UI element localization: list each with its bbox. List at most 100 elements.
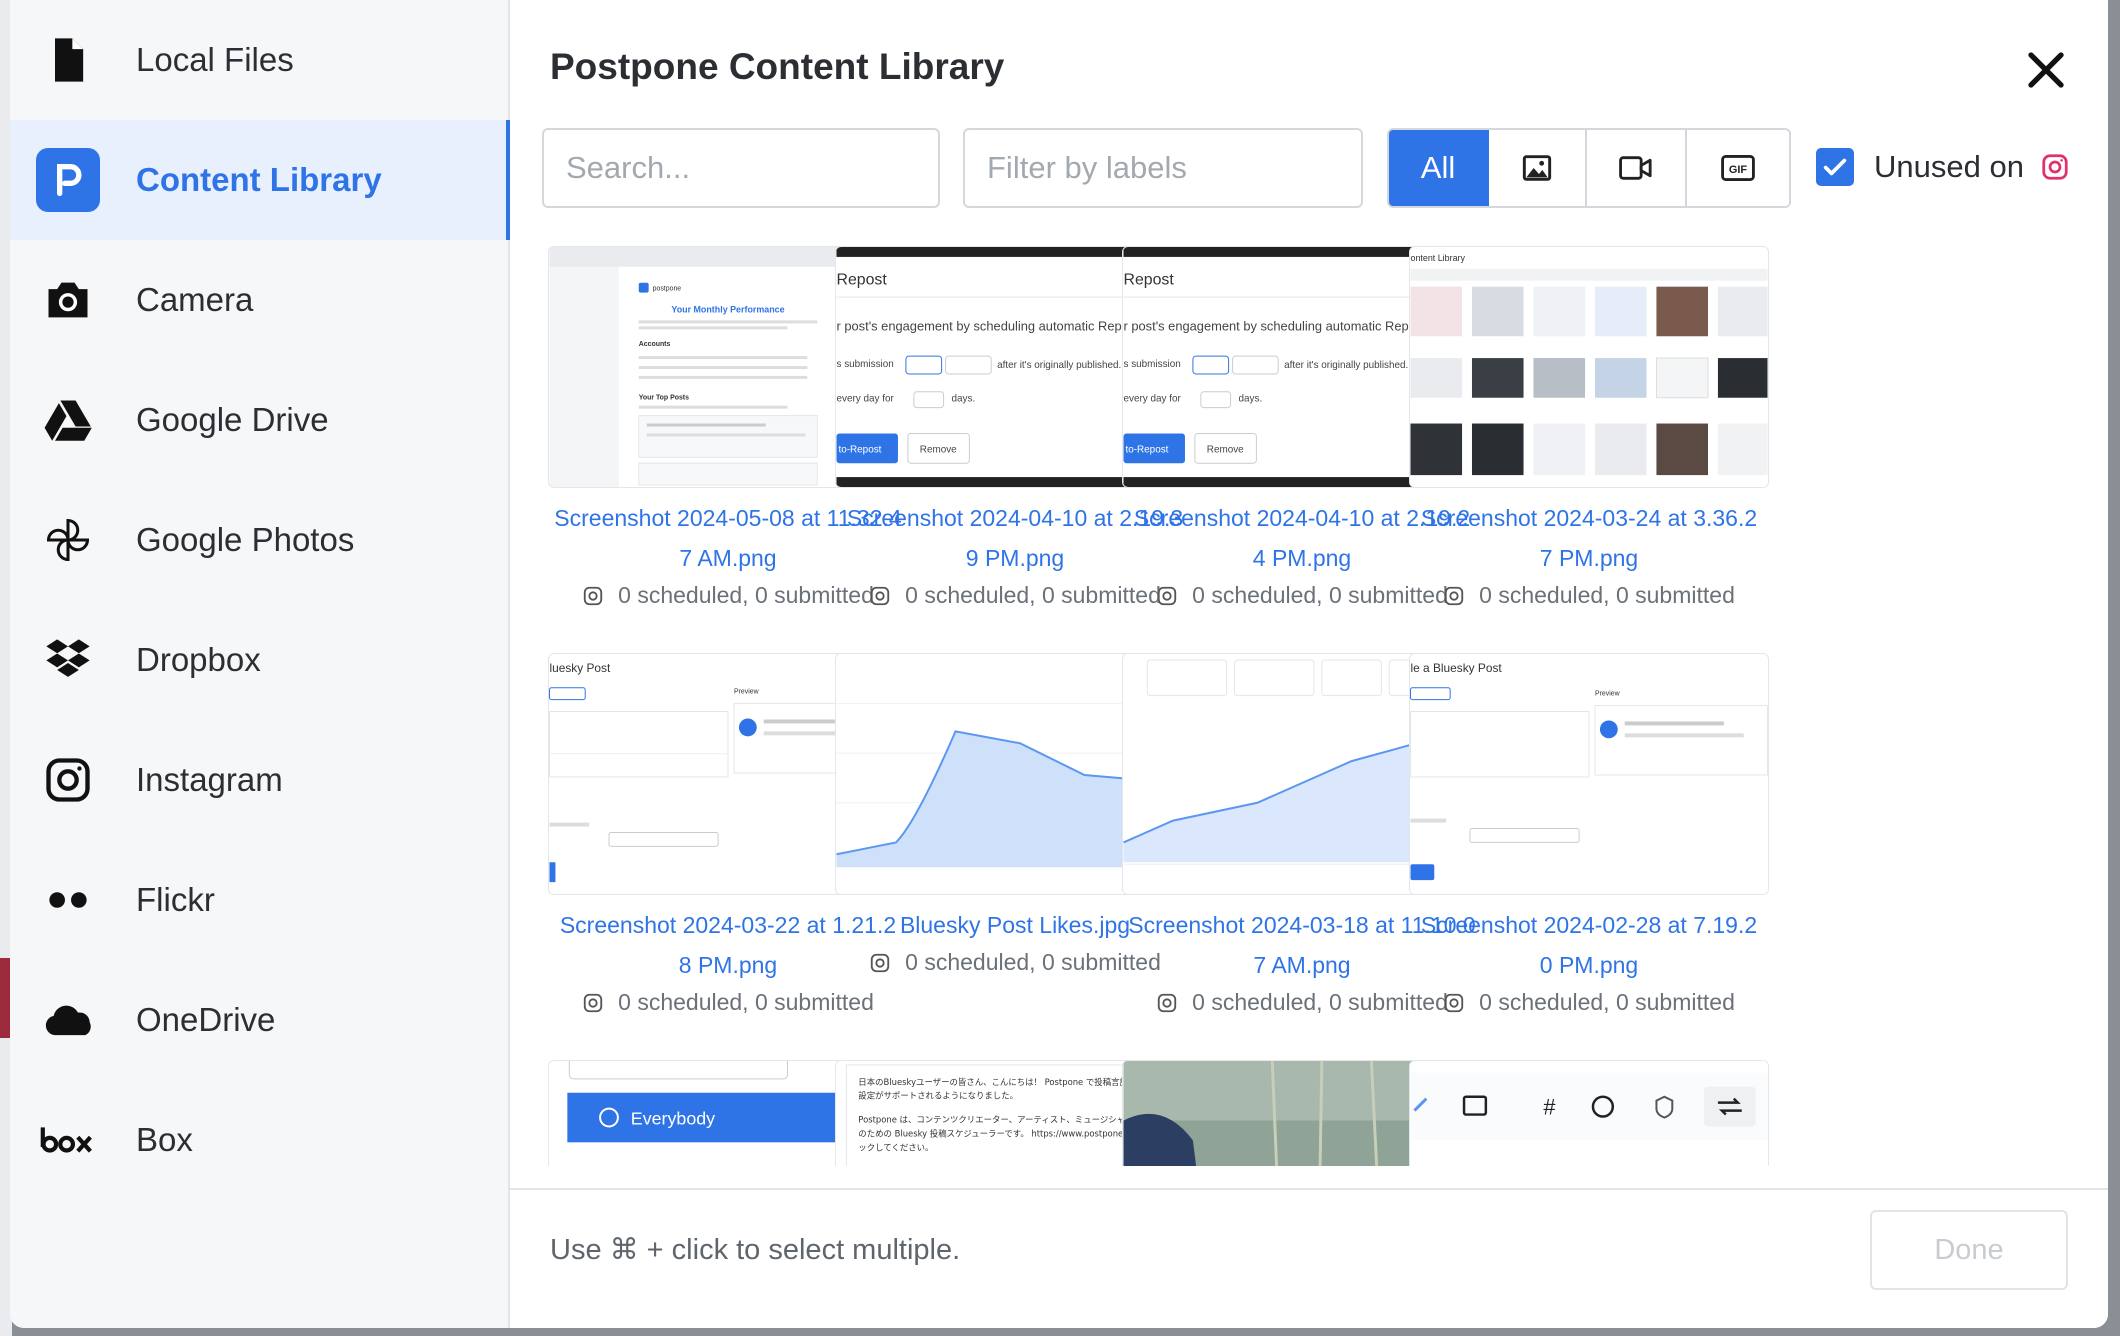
svg-text:r post's engagement by schedul: r post's engagement by scheduling automa… <box>836 318 1148 333</box>
svg-text:to-Repost: to-Repost <box>1125 444 1168 455</box>
media-status: 0 scheduled, 0 submitted <box>548 989 908 1016</box>
media-card[interactable]: ontent Library Screenshot 2024-03-24 at … <box>1409 246 1769 609</box>
close-icon <box>2028 52 2064 88</box>
source-label: Box <box>136 1121 193 1158</box>
svg-text:Remove: Remove <box>1207 444 1244 455</box>
source-label: Google Drive <box>136 401 329 438</box>
unused-label: Unused on <box>1874 149 2024 184</box>
svg-text:ontent Library: ontent Library <box>1410 253 1465 263</box>
svg-text:postpone: postpone <box>653 286 682 293</box>
instagram-icon <box>583 993 603 1012</box>
source-sidebar: Local Files Content Library Camera Googl… <box>10 0 510 1328</box>
file-icon <box>36 28 100 92</box>
labels-filter-input[interactable] <box>963 128 1363 208</box>
svg-text:after it's originally publishe: after it's originally published. <box>1284 360 1408 371</box>
video-icon <box>1619 156 1652 180</box>
flickr-icon <box>36 868 100 932</box>
media-thumbnail[interactable]: ontent Library <box>1409 246 1769 488</box>
dropbox-icon <box>36 628 100 692</box>
box-icon <box>36 1108 100 1172</box>
type-gif-button[interactable]: GIF <box>1687 130 1789 206</box>
gif-icon: GIF <box>1721 155 1755 181</box>
source-camera[interactable]: Camera <box>10 240 508 360</box>
media-filename[interactable]: Screenshot 2024-02-28 at 7.19.2 0 PM.png <box>1409 905 1769 985</box>
instagram-icon <box>1157 586 1177 605</box>
source-label: Instagram <box>136 761 283 798</box>
source-local-files[interactable]: Local Files <box>10 0 508 120</box>
svg-text:days.: days. <box>1239 394 1263 405</box>
type-image-button[interactable] <box>1489 130 1587 206</box>
page-title: Postpone Content Library <box>550 46 1005 87</box>
media-status: 0 scheduled, 0 submitted <box>1409 989 1769 1016</box>
svg-text:Your Top Posts: Your Top Posts <box>639 395 689 402</box>
postpone-logo-icon <box>36 148 100 212</box>
svg-text:r post's engagement by schedul: r post's engagement by scheduling automa… <box>1123 318 1435 333</box>
instagram-icon <box>870 586 890 605</box>
svg-text:日本のBlueskyユーザーの皆さん、こんにちは！ Post: 日本のBlueskyユーザーの皆さん、こんにちは！ Postpone で投稿言語… <box>858 1077 1162 1087</box>
source-content-library[interactable]: Content Library <box>10 120 510 240</box>
unused-filter: Unused on <box>1816 148 2070 186</box>
type-all-button[interactable]: All <box>1389 130 1489 206</box>
multi-select-hint: Use ⌘ + click to select multiple. <box>550 1234 961 1266</box>
svg-text:le a Bluesky Post: le a Bluesky Post <box>1410 661 1502 675</box>
svg-text:Preview: Preview <box>734 689 760 696</box>
onedrive-icon <box>36 988 100 1052</box>
instagram-icon <box>2042 154 2068 180</box>
svg-text:after it's originally publishe: after it's originally published. <box>997 360 1121 371</box>
source-flickr[interactable]: Flickr <box>10 840 508 960</box>
svg-text:every day for: every day for <box>836 394 894 405</box>
type-video-button[interactable] <box>1587 130 1687 206</box>
svg-text:Repost: Repost <box>836 272 887 289</box>
close-button[interactable] <box>2026 50 2066 90</box>
source-label: Dropbox <box>136 641 261 678</box>
svg-text:GIF: GIF <box>1729 164 1748 176</box>
instagram-icon <box>1444 993 1464 1012</box>
source-dropbox[interactable]: Dropbox <box>10 600 508 720</box>
svg-text:luesky Post: luesky Post <box>549 661 610 675</box>
media-card[interactable]: # <box>1409 1060 1769 1166</box>
source-label: Flickr <box>136 881 215 918</box>
source-box[interactable]: Box <box>10 1080 508 1200</box>
instagram-icon <box>1444 586 1464 605</box>
source-label: Google Photos <box>136 521 355 558</box>
source-onedrive[interactable]: OneDrive <box>10 960 508 1080</box>
svg-text:Accounts: Accounts <box>639 341 671 348</box>
svg-text:s submission: s submission <box>836 359 893 370</box>
instagram-icon <box>36 748 100 812</box>
media-picker-modal: Local Files Content Library Camera Googl… <box>10 0 2108 1328</box>
svg-text:Repost: Repost <box>1123 272 1174 289</box>
svg-text:Remove: Remove <box>920 444 957 455</box>
unused-checkbox[interactable] <box>1816 148 1854 186</box>
library-panel: Postpone Content Library All GIF Unused … <box>510 0 2108 1328</box>
media-status: 0 scheduled, 0 submitted <box>1409 582 1769 609</box>
media-grid: postpone Your Monthly Performance Accoun… <box>510 246 2108 1166</box>
instagram-icon <box>870 953 890 972</box>
search-input[interactable] <box>542 128 940 208</box>
svg-text:ックしてください。: ックしてください。 <box>858 1142 933 1152</box>
svg-text:days.: days. <box>952 394 976 405</box>
svg-text:to-Repost: to-Repost <box>838 444 881 455</box>
background-page-accent <box>0 958 10 1038</box>
svg-text:every day for: every day for <box>1123 394 1181 405</box>
source-google-photos[interactable]: Google Photos <box>10 480 508 600</box>
media-thumbnail[interactable]: # <box>1409 1060 1769 1166</box>
modal-footer: Use ⌘ + click to select multiple. Done <box>510 1188 2108 1328</box>
media-card[interactable]: le a Bluesky Post Preview Screenshot 202… <box>1409 653 1769 1016</box>
source-label: OneDrive <box>136 1001 276 1038</box>
instagram-icon <box>583 586 603 605</box>
source-google-drive[interactable]: Google Drive <box>10 360 508 480</box>
svg-text:Preview: Preview <box>1595 691 1621 698</box>
done-button[interactable]: Done <box>1870 1210 2068 1290</box>
svg-text:s submission: s submission <box>1123 359 1180 370</box>
svg-text:設定がサポートされるようになりました。: 設定がサポートされるようになりました。 <box>858 1091 1018 1101</box>
google-photos-icon <box>36 508 100 572</box>
media-filename[interactable]: Screenshot 2024-03-24 at 3.36.2 7 PM.png <box>1409 498 1769 578</box>
media-thumbnail[interactable]: le a Bluesky Post Preview <box>1409 653 1769 895</box>
media-type-filter: All GIF <box>1387 128 1791 208</box>
svg-text:#: # <box>1543 1095 1556 1120</box>
source-instagram[interactable]: Instagram <box>10 720 508 840</box>
svg-text:Your Monthly Performance: Your Monthly Performance <box>671 304 784 314</box>
instagram-icon <box>1157 993 1177 1012</box>
image-icon <box>1522 155 1552 181</box>
checkmark-icon <box>1823 158 1847 176</box>
